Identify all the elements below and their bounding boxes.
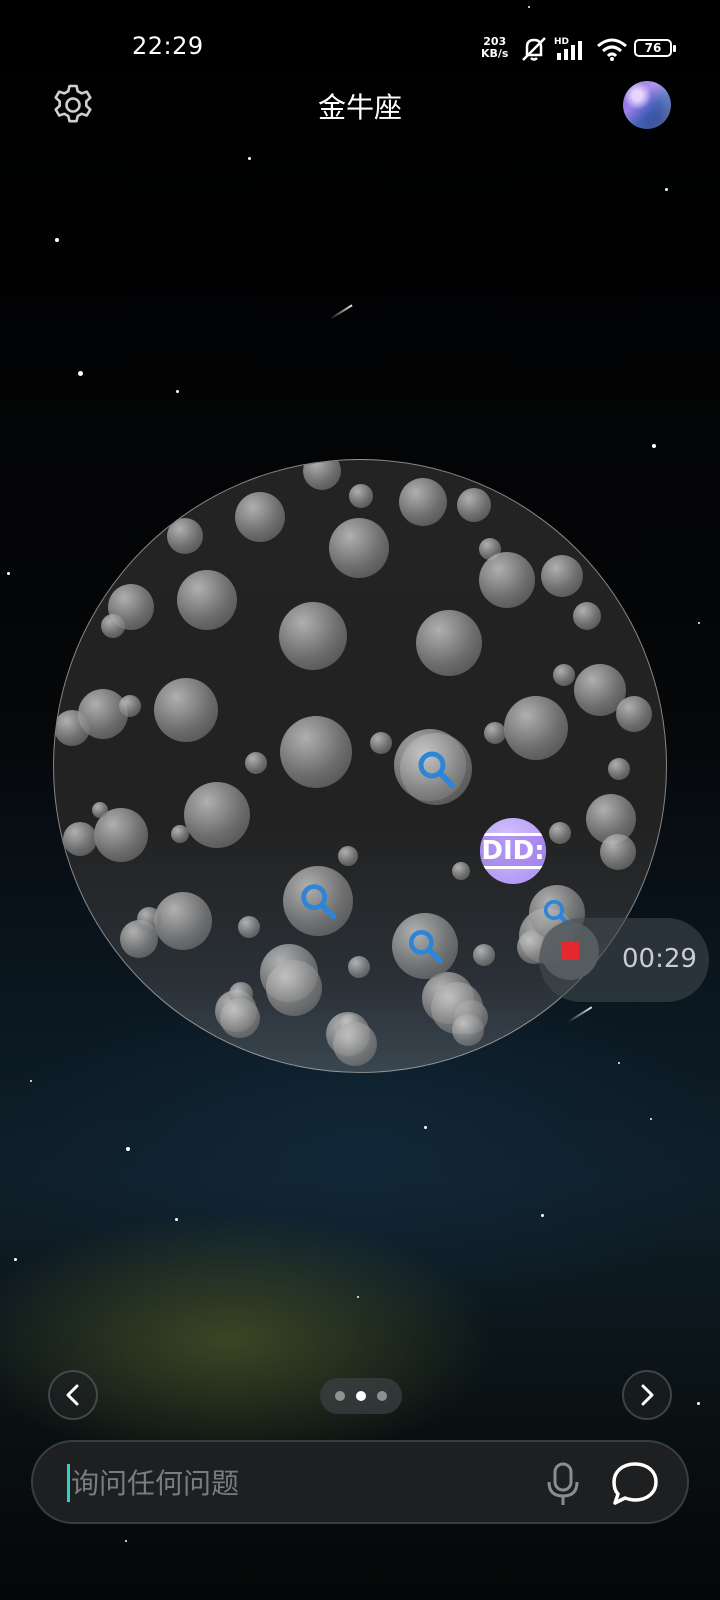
bubble[interactable] <box>338 846 358 866</box>
signal-icon <box>557 41 582 60</box>
did-badge-bubble[interactable]: DID: <box>480 818 546 884</box>
bubble[interactable] <box>220 998 260 1038</box>
user-avatar[interactable] <box>623 81 671 129</box>
page-indicator <box>320 1378 402 1414</box>
bubble[interactable] <box>238 916 260 938</box>
bubble[interactable] <box>600 834 636 870</box>
search-icon <box>418 751 455 788</box>
bubble[interactable] <box>137 907 161 931</box>
recording-timer: 00:29 <box>622 944 697 974</box>
bubble[interactable] <box>504 696 568 760</box>
bubble[interactable] <box>177 570 237 630</box>
bubble[interactable] <box>452 1014 484 1046</box>
bubble[interactable] <box>63 822 97 856</box>
battery-indicator: 76 <box>634 39 676 57</box>
mute-icon <box>522 37 546 61</box>
search-icon <box>301 884 337 920</box>
search-tool-bubble[interactable] <box>392 913 458 979</box>
bubble[interactable] <box>348 956 370 978</box>
bubble[interactable] <box>280 716 352 788</box>
bubble[interactable] <box>399 478 447 526</box>
stop-icon <box>561 942 579 960</box>
search-tool-bubble[interactable] <box>283 866 353 936</box>
ask-input[interactable] <box>69 1460 493 1506</box>
page-dot[interactable] <box>377 1391 387 1401</box>
bubble[interactable] <box>92 802 108 818</box>
bubble[interactable] <box>349 484 373 508</box>
bubble[interactable] <box>266 960 322 1016</box>
ask-input-bar <box>31 1440 689 1524</box>
did-badge-label: DID: <box>480 833 546 869</box>
status-time: 22:29 <box>132 32 204 60</box>
page-dot[interactable] <box>335 1391 345 1401</box>
status-bar: 22:29 203 KB/s HD 76 <box>0 0 720 96</box>
network-speed-unit: KB/s <box>481 47 509 60</box>
bubble[interactable] <box>154 678 218 742</box>
bubble[interactable] <box>167 518 203 554</box>
next-page-button[interactable] <box>622 1370 672 1420</box>
bubble[interactable] <box>245 752 267 774</box>
bubble[interactable] <box>541 555 583 597</box>
page-title: 金牛座 <box>317 91 402 124</box>
bubble[interactable] <box>329 518 389 578</box>
network-speed: 203 KB/s <box>481 36 508 60</box>
page-dot-active[interactable] <box>356 1391 366 1401</box>
chat-bubble-icon[interactable] <box>609 1458 661 1508</box>
search-icon <box>408 929 443 964</box>
bubble[interactable] <box>479 552 535 608</box>
bubble[interactable] <box>573 602 601 630</box>
bubble[interactable] <box>119 695 141 717</box>
bubble[interactable] <box>457 488 491 522</box>
bubble[interactable] <box>616 696 652 732</box>
chevron-right-icon <box>641 1384 654 1406</box>
bubble[interactable] <box>416 610 482 676</box>
bubble[interactable] <box>553 664 575 686</box>
bubble[interactable] <box>303 460 341 490</box>
bubble[interactable] <box>101 614 125 638</box>
bubble[interactable] <box>473 944 495 966</box>
bubble[interactable] <box>171 825 189 843</box>
search-tool-bubble[interactable] <box>400 733 472 805</box>
bubble[interactable] <box>484 722 506 744</box>
bubble[interactable] <box>333 1022 377 1066</box>
bubble[interactable] <box>235 492 285 542</box>
bubble[interactable] <box>184 782 250 848</box>
bubble[interactable] <box>370 732 392 754</box>
chevron-left-icon <box>66 1384 79 1406</box>
prev-page-button[interactable] <box>48 1370 98 1420</box>
bubble[interactable] <box>608 758 630 780</box>
bubble[interactable] <box>54 710 90 746</box>
wifi-icon <box>597 38 627 61</box>
stop-recording-button[interactable] <box>541 922 599 980</box>
bubble[interactable] <box>279 602 347 670</box>
bubble[interactable] <box>549 822 571 844</box>
bubble[interactable] <box>154 892 212 950</box>
text-caret <box>67 1464 70 1502</box>
microphone-icon[interactable] <box>541 1460 585 1508</box>
bubble[interactable] <box>452 862 470 880</box>
